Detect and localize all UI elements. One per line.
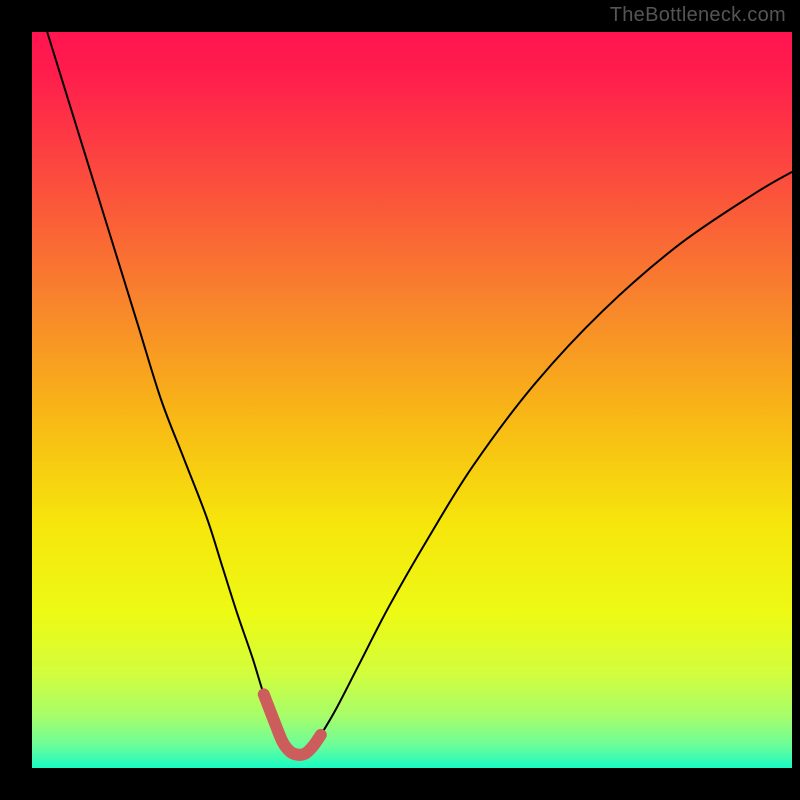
optimum-band bbox=[264, 694, 321, 754]
chart-curves bbox=[32, 32, 792, 768]
bottleneck-curve bbox=[47, 32, 792, 755]
chart-plot-area bbox=[32, 32, 792, 768]
watermark-text: TheBottleneck.com bbox=[610, 4, 786, 27]
